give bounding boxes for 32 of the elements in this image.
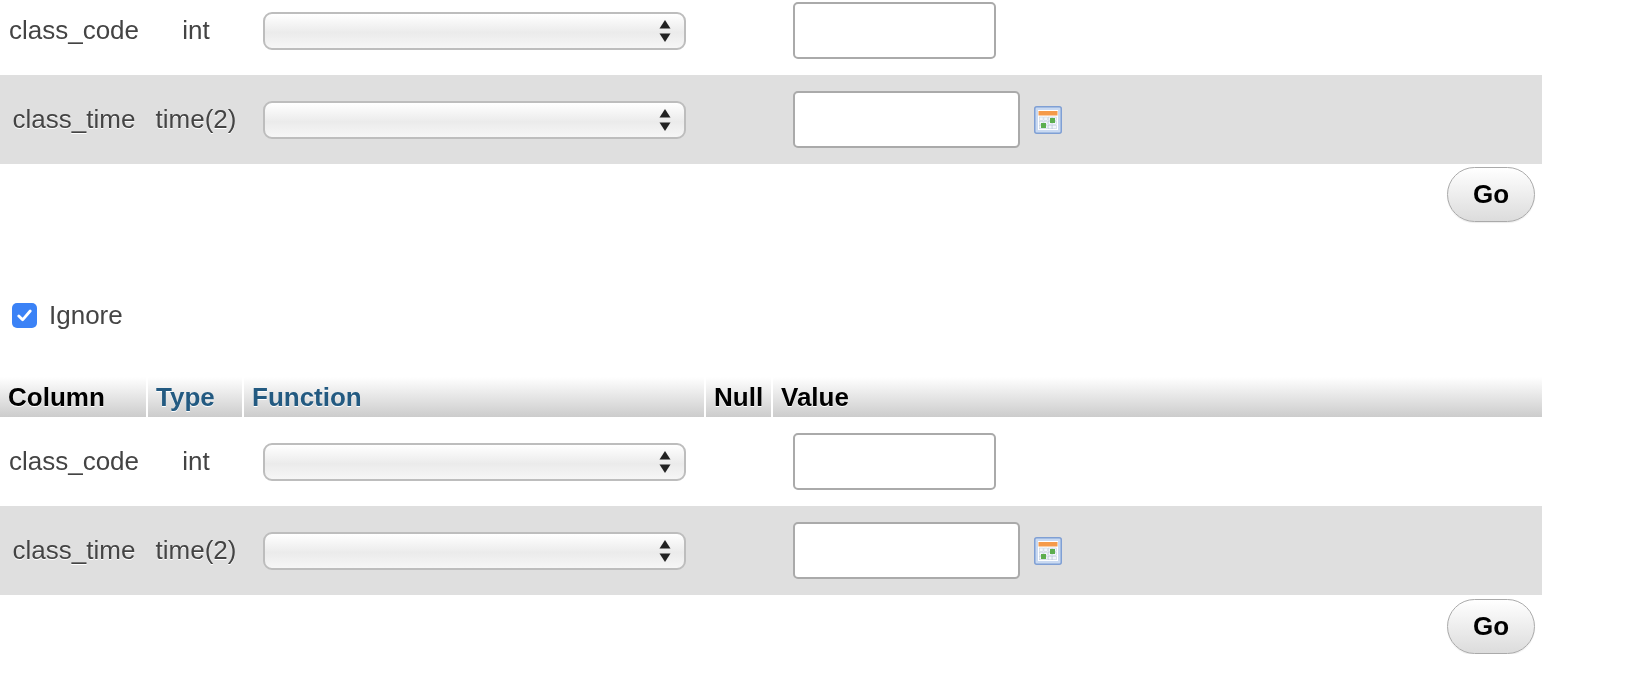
column-header: Null: [706, 377, 773, 417]
column-name: class_time: [12, 104, 136, 134]
updown-caret-icon: [659, 538, 671, 563]
value-field[interactable]: [793, 2, 996, 59]
function-select[interactable]: [263, 100, 686, 139]
calendar-icon[interactable]: [1034, 536, 1062, 565]
checkmark-icon: [17, 309, 32, 322]
column-header: Value: [773, 377, 1542, 417]
function-select[interactable]: [263, 11, 686, 50]
value-field[interactable]: [793, 91, 1020, 148]
value-field[interactable]: [793, 433, 996, 490]
updown-caret-icon: [659, 107, 671, 132]
column-name: class_code: [8, 15, 140, 45]
value-field[interactable]: [793, 522, 1020, 579]
go-button[interactable]: Go: [1447, 599, 1535, 654]
column-type: int: [182, 15, 210, 45]
column-name: class_code: [8, 446, 140, 476]
column-type: time(2): [155, 104, 237, 134]
column-type: int: [182, 446, 210, 476]
ignore-label: Ignore: [49, 300, 123, 331]
ignore-checkbox[interactable]: [12, 303, 37, 328]
column-header[interactable]: Type: [148, 377, 244, 417]
column-header: Column: [0, 377, 148, 417]
column-header[interactable]: Function: [244, 377, 706, 417]
function-select[interactable]: [263, 531, 686, 570]
function-select[interactable]: [263, 442, 686, 481]
column-name: class_time: [12, 535, 136, 565]
updown-caret-icon: [659, 449, 671, 474]
updown-caret-icon: [659, 18, 671, 43]
calendar-icon[interactable]: [1034, 105, 1062, 134]
go-button[interactable]: Go: [1447, 167, 1535, 222]
column-type: time(2): [155, 535, 237, 565]
